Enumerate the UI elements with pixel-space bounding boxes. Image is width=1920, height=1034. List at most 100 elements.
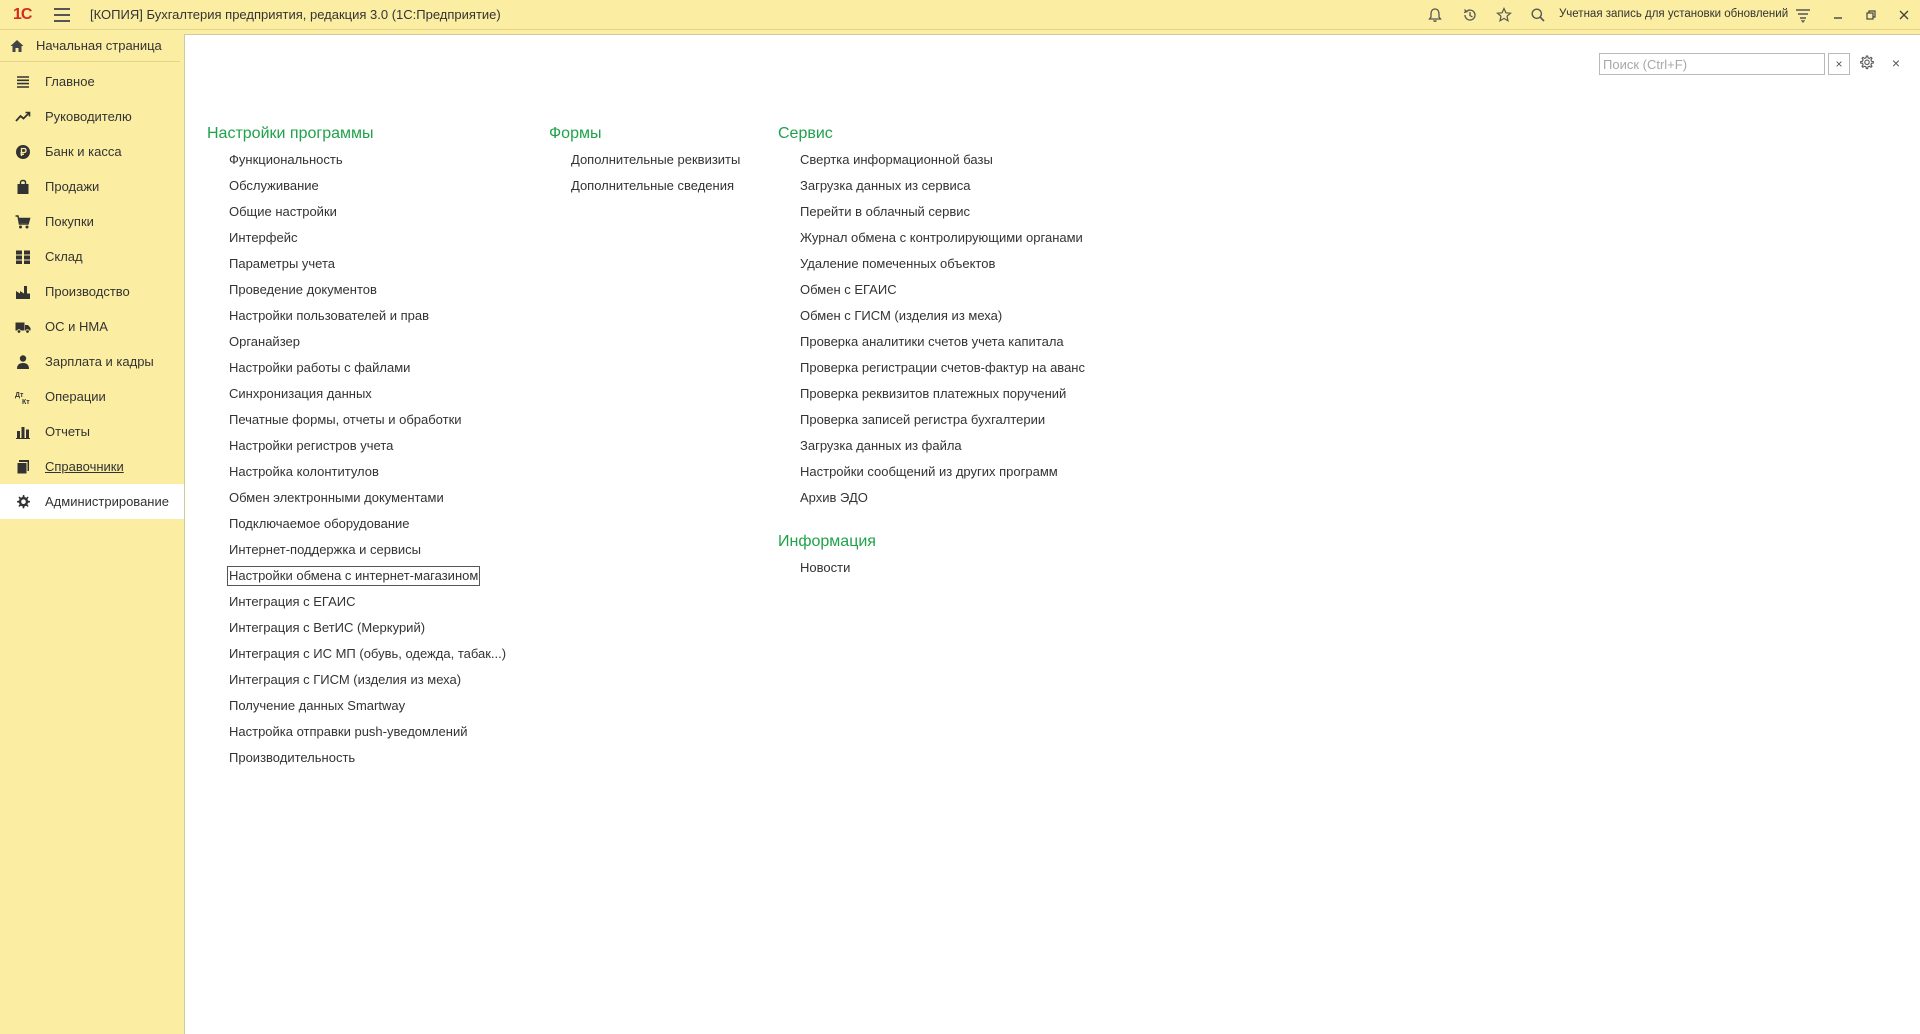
link-cloud-service[interactable]: Перейти в облачный сервис	[799, 203, 1086, 229]
sidebar-item-operations[interactable]: Дт Кт Операции	[0, 379, 184, 414]
forms-section: Формы Дополнительные реквизиты Дополните…	[549, 123, 741, 203]
sidebar-item-label: Главное	[45, 74, 95, 89]
minimize-icon[interactable]	[1828, 5, 1848, 25]
search-clear-button[interactable]: ×	[1828, 53, 1850, 75]
link-egais-integration[interactable]: Интеграция с ЕГАИС	[228, 593, 507, 619]
sidebar-item-administration[interactable]: Администрирование	[0, 484, 184, 519]
link-data-sync[interactable]: Синхронизация данных	[228, 385, 507, 411]
sidebar-item-label: Производство	[45, 284, 130, 299]
link-maintenance[interactable]: Обслуживание	[228, 177, 507, 203]
sidebar-item-production[interactable]: Производство	[0, 274, 184, 309]
link-ismp-integration[interactable]: Интеграция с ИС МП (обувь, одежда, табак…	[228, 645, 507, 671]
sidebar-item-fixed-assets[interactable]: ОС и НМА	[0, 309, 184, 344]
search-input[interactable]	[1603, 55, 1808, 73]
link-general-settings[interactable]: Общие настройки	[228, 203, 507, 229]
title-bar: 1С [КОПИЯ] Бухгалтерия предприятия, реда…	[0, 0, 1920, 30]
factory-icon	[15, 284, 31, 300]
service-links: Свертка информационной базы Загрузка дан…	[799, 151, 1086, 515]
link-document-posting[interactable]: Проведение документов	[228, 281, 507, 307]
sidebar-item-label: Покупки	[45, 214, 94, 229]
sidebar-item-reports[interactable]: Отчеты	[0, 414, 184, 449]
sidebar-item-warehouse[interactable]: Склад	[0, 239, 184, 274]
filter-menu-icon[interactable]	[1793, 5, 1813, 25]
administration-panel: × × Настройки программы Функциональность…	[184, 34, 1920, 1034]
link-edo-archive[interactable]: Архив ЭДО	[799, 489, 1086, 515]
link-capital-accounts-check[interactable]: Проверка аналитики счетов учета капитала	[799, 333, 1086, 359]
link-gism-integration[interactable]: Интеграция с ГИСМ (изделия из меха)	[228, 671, 507, 697]
link-accounting-parameters[interactable]: Параметры учета	[228, 255, 507, 281]
sidebar-item-main[interactable]: Главное	[0, 64, 184, 99]
dt-kt-icon: Дт Кт	[15, 389, 31, 405]
link-organizer[interactable]: Органайзер	[228, 333, 507, 359]
link-gism-exchange[interactable]: Обмен с ГИСМ (изделия из меха)	[799, 307, 1086, 333]
link-interface[interactable]: Интерфейс	[228, 229, 507, 255]
section-title-forms: Формы	[549, 125, 602, 142]
history-icon[interactable]	[1460, 5, 1480, 25]
search-box[interactable]	[1599, 53, 1825, 75]
link-regulator-exchange-log[interactable]: Журнал обмена с контролирующими органами	[799, 229, 1086, 255]
section-title-service: Сервис	[778, 125, 833, 142]
shopping-bag-icon	[15, 179, 31, 195]
restore-icon[interactable]	[1861, 5, 1881, 25]
link-push-notifications[interactable]: Настройка отправки push-уведомлений	[228, 723, 507, 749]
sidebar-item-label: ОС и НМА	[45, 319, 108, 334]
sidebar-item-label: Продажи	[45, 179, 100, 194]
sidebar-item-label: Администрирование	[45, 494, 169, 509]
link-internet-support[interactable]: Интернет-поддержка и сервисы	[228, 541, 507, 567]
menu-lines-icon	[15, 74, 31, 90]
link-users-and-rights[interactable]: Настройки пользователей и прав	[228, 307, 507, 333]
bell-icon[interactable]	[1425, 5, 1445, 25]
link-messages-settings[interactable]: Настройки сообщений из других программ	[799, 463, 1086, 489]
link-functionality[interactable]: Функциональность	[228, 151, 507, 177]
link-db-collapse[interactable]: Свертка информационной базы	[799, 151, 1086, 177]
gear-icon	[15, 494, 31, 510]
main-menu-icon[interactable]	[54, 8, 70, 22]
section-title-settings: Настройки программы	[207, 125, 374, 142]
sidebar-item-label: Операции	[45, 389, 106, 404]
sidebar-item-salary[interactable]: Зарплата и кадры	[0, 344, 184, 379]
panel-close-icon[interactable]: ×	[1886, 53, 1906, 73]
books-icon	[15, 459, 31, 475]
link-egais-exchange[interactable]: Обмен с ЕГАИС	[799, 281, 1086, 307]
link-smartway-data[interactable]: Получение данных Smartway	[228, 697, 507, 723]
sidebar-item-manager[interactable]: Руководителю	[0, 99, 184, 134]
svg-text:Дт: Дт	[15, 392, 24, 399]
link-online-store-exchange[interactable]: Настройки обмена с интернет-магазином	[226, 566, 507, 593]
person-icon	[15, 354, 31, 370]
link-vetis-integration[interactable]: Интеграция с ВетИС (Меркурий)	[228, 619, 507, 645]
sidebar-item-purchases[interactable]: Покупки	[0, 204, 184, 239]
window-title: [КОПИЯ] Бухгалтерия предприятия, редакци…	[90, 7, 501, 22]
cart-icon	[15, 214, 31, 230]
link-news[interactable]: Новости	[799, 559, 1086, 585]
settings-gear-icon[interactable]	[1857, 53, 1877, 73]
section-title-info: Информация	[778, 533, 876, 550]
link-file-settings[interactable]: Настройки работы с файлами	[228, 359, 507, 385]
sidebar-item-label: Отчеты	[45, 424, 90, 439]
trend-up-icon	[15, 109, 31, 125]
link-connected-equipment[interactable]: Подключаемое оборудование	[228, 515, 507, 541]
account-name[interactable]: Учетная запись для установки обновлений	[1559, 8, 1788, 20]
sidebar-item-label: Руководителю	[45, 109, 132, 124]
link-advance-invoices-check[interactable]: Проверка регистрации счетов-фактур на ав…	[799, 359, 1086, 385]
link-additional-info[interactable]: Дополнительные сведения	[570, 177, 741, 203]
link-performance[interactable]: Производительность	[228, 749, 507, 775]
link-print-forms[interactable]: Печатные формы, отчеты и обработки	[228, 411, 507, 437]
app-logo[interactable]: 1С	[13, 6, 32, 24]
link-ledger-records-check[interactable]: Проверка записей регистра бухгалтерии	[799, 411, 1086, 437]
link-load-from-service[interactable]: Загрузка данных из сервиса	[799, 177, 1086, 203]
sidebar-item-bank[interactable]: Банк и касса	[0, 134, 184, 169]
home-page-button[interactable]: Начальная страница	[0, 30, 180, 62]
link-register-settings[interactable]: Настройки регистров учета	[228, 437, 507, 463]
search-icon[interactable]	[1528, 5, 1548, 25]
sidebar-item-catalogs[interactable]: Справочники	[0, 449, 184, 484]
sidebar-item-sales[interactable]: Продажи	[0, 169, 184, 204]
link-load-from-file[interactable]: Загрузка данных из файла	[799, 437, 1086, 463]
link-header-footer[interactable]: Настройка колонтитулов	[228, 463, 507, 489]
link-additional-attributes[interactable]: Дополнительные реквизиты	[570, 151, 741, 177]
close-window-icon[interactable]	[1894, 5, 1914, 25]
link-delete-marked[interactable]: Удаление помеченных объектов	[799, 255, 1086, 281]
link-payment-orders-check[interactable]: Проверка реквизитов платежных поручений	[799, 385, 1086, 411]
star-icon[interactable]	[1494, 5, 1514, 25]
link-edo-exchange[interactable]: Обмен электронными документами	[228, 489, 507, 515]
